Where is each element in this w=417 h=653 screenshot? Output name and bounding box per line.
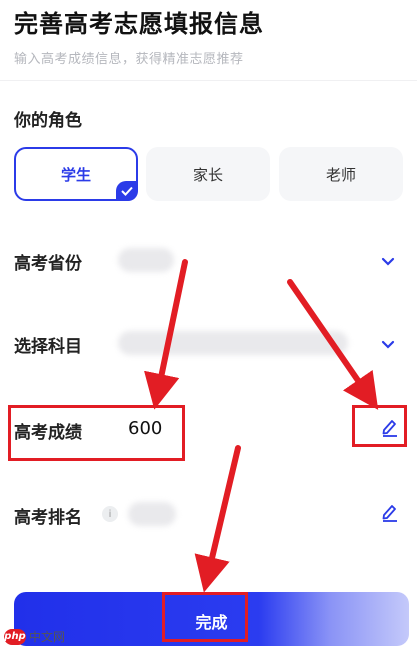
subjects-value xyxy=(118,331,348,355)
page-subtitle: 输入高考成绩信息，获得精准志愿推荐 xyxy=(14,52,244,67)
subjects-row[interactable]: 选择科目 xyxy=(0,318,417,368)
chevron-down-icon[interactable] xyxy=(381,335,395,354)
header-divider xyxy=(0,80,417,81)
edit-pencil-icon[interactable] xyxy=(381,502,399,526)
watermark-logo: php xyxy=(4,628,26,645)
checkmark-icon xyxy=(116,181,138,201)
watermark: php 中文网 xyxy=(4,628,65,645)
chevron-down-icon[interactable] xyxy=(381,252,395,271)
role-option-teacher[interactable]: 老师 xyxy=(279,147,403,201)
rank-value xyxy=(128,502,176,526)
annotation-box-done xyxy=(162,592,248,642)
role-option-label: 学生 xyxy=(60,165,91,184)
role-section-label: 你的角色 xyxy=(14,111,82,131)
province-value xyxy=(118,248,174,272)
rank-label: 高考排名 xyxy=(14,508,82,528)
annotation-box-edit xyxy=(352,405,407,447)
role-option-label: 老师 xyxy=(325,165,356,184)
page-title: 完善高考志愿填报信息 xyxy=(14,10,264,38)
watermark-text: 中文网 xyxy=(29,630,66,644)
subjects-label: 选择科目 xyxy=(14,337,82,357)
role-option-label: 家长 xyxy=(192,165,223,184)
info-icon[interactable]: i xyxy=(102,506,118,522)
role-option-student[interactable]: 学生 xyxy=(14,147,138,201)
province-row[interactable]: 高考省份 xyxy=(0,235,417,285)
province-label: 高考省份 xyxy=(14,254,82,274)
rank-row[interactable]: 高考排名 i xyxy=(0,489,417,539)
role-option-parent[interactable]: 家长 xyxy=(146,147,270,201)
annotation-box-score xyxy=(8,405,185,461)
